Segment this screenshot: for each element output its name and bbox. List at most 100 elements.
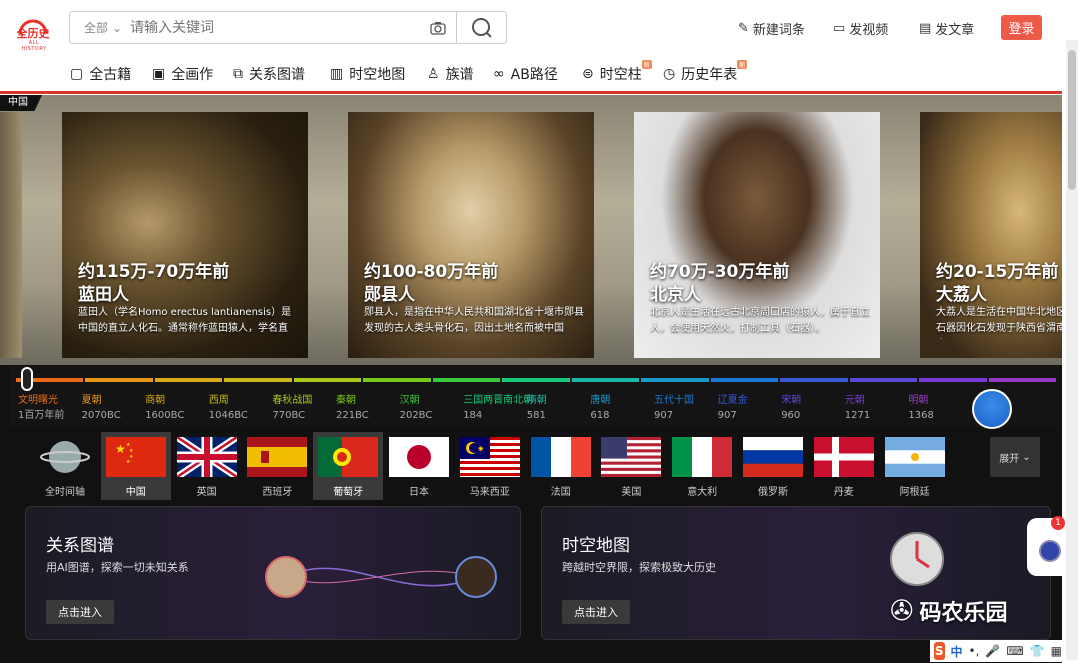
- card-name: 大荔人: [936, 285, 987, 305]
- card-yunxian[interactable]: 约100-80万年前 郧县人 郧县人，是指在中华人民共和国湖北省十堰市郧县发现的…: [348, 112, 594, 358]
- flag-icon: ✷: [459, 437, 520, 477]
- country-russia[interactable]: 俄罗斯: [738, 432, 808, 500]
- dynasty-name: 商朝: [145, 395, 166, 406]
- flag-icon: [389, 437, 449, 477]
- login-button[interactable]: 登录: [1001, 15, 1042, 40]
- country-denmark[interactable]: 丹麦: [809, 432, 879, 500]
- card-name: 郧县人: [364, 285, 415, 305]
- ime-toolbar[interactable]: S 中 •, 🎤 ⌨ 👕 ▦: [930, 640, 1062, 662]
- clock-icon: ◷: [663, 66, 676, 82]
- robot-icon: [1039, 540, 1061, 562]
- search-scope-select[interactable]: 全部 ⌄: [70, 19, 130, 36]
- nav-item-abpath[interactable]: ∞ AB路径: [493, 64, 558, 84]
- timeline-item[interactable]: 三国两晋南北朝 184: [463, 393, 533, 423]
- dynasty-year: 581: [526, 410, 546, 421]
- country-label: 中国: [125, 487, 146, 498]
- card-dali[interactable]: 约20-15万年前 大荔人 大荔人是生活在中国华北地区旧石器因化石发现于陕西省渭…: [920, 112, 1062, 358]
- country-label: 法国: [550, 487, 571, 498]
- dynasty-year: 1百万年前: [18, 410, 65, 421]
- nav-item-graph[interactable]: ⧉ 关系图谱: [233, 64, 305, 84]
- country-usa[interactable]: 美国: [596, 432, 666, 500]
- country-label: 西班牙: [262, 487, 293, 498]
- timeline-segment: [710, 378, 779, 382]
- dynasty-name: 春秋战国: [272, 395, 313, 406]
- dynasty-timeline[interactable]: 文明曙光 1百万年前 夏朝 2070BC 商朝 1600BC 西周 1046BC 春秋战国 770…: [10, 365, 1060, 429]
- timeline-item[interactable]: 辽夏金 907: [718, 393, 748, 423]
- nav-item-map[interactable]: ▥ 时空地图: [330, 64, 405, 84]
- timeline-segment: [849, 378, 918, 382]
- country-selector: 全时间轴 ★ ★ ★ ★ ★ 中国 英国 西班牙 葡萄牙 日本 ✷ 马来西亚 法国 美国 意大利 俄罗斯 丹麦 阿根…: [25, 432, 1045, 500]
- country-label: 美国: [621, 487, 642, 498]
- post-video-link[interactable]: ▭ 发视频: [833, 19, 888, 38]
- notification-badge: 1: [1051, 516, 1065, 530]
- enter-button[interactable]: 点击进入: [562, 600, 630, 624]
- path-icon: ∞: [493, 66, 505, 82]
- post-article-link[interactable]: ▤ 发文章: [919, 19, 974, 38]
- timeline-item[interactable]: 元朝 1271: [845, 393, 870, 423]
- logo[interactable]: 全历史: [16, 12, 50, 42]
- timeline-item[interactable]: 西周 1046BC: [209, 393, 248, 423]
- scrollbar[interactable]: [1066, 40, 1078, 660]
- timeline-segment: [502, 378, 570, 382]
- watermark: ✇ 码农乐园: [890, 594, 1008, 627]
- country-malaysia[interactable]: ✷ 马来西亚: [455, 432, 525, 500]
- timeline-segment: [224, 378, 292, 382]
- country-all-timeline[interactable]: 全时间轴: [30, 432, 100, 500]
- country-label: 全时间轴: [45, 487, 85, 498]
- nav-item-paintings[interactable]: ▣ 全画作: [152, 64, 213, 84]
- timeline-item[interactable]: 商朝 1600BC: [145, 393, 184, 423]
- timeline-item[interactable]: 汉朝 202BC: [400, 393, 433, 423]
- new-entry-link[interactable]: ✎ 新建词条: [738, 19, 805, 38]
- country-japan[interactable]: 日本: [384, 432, 454, 500]
- card-lantian[interactable]: 约115万-70万年前 蓝田人 蓝田人（学名Homo erectus lanti…: [62, 112, 308, 358]
- planet-icon: [35, 437, 95, 477]
- scrollbar-thumb[interactable]: [1068, 50, 1076, 190]
- timeline-item[interactable]: 隋朝 581: [527, 393, 547, 423]
- timeline-item[interactable]: 宋朝 960: [781, 393, 801, 423]
- enter-button[interactable]: 点击进入: [46, 600, 114, 624]
- expand-button[interactable]: 展开 ⌄: [990, 437, 1040, 477]
- card-peking[interactable]: 约70万-30万年前 北京人 北京人是生活在远古北京周口店的猿人，属于直立人，会…: [634, 112, 880, 358]
- dynasty-name: 秦朝: [336, 395, 356, 406]
- search-input[interactable]: [130, 19, 420, 36]
- country-label: 意大利: [687, 487, 718, 498]
- timeline-item[interactable]: 夏朝 2070BC: [82, 393, 121, 423]
- search-button[interactable]: [456, 12, 506, 43]
- edit-icon: ✎: [738, 21, 749, 36]
- nav-item-pillar[interactable]: ⊜ 时空柱新: [582, 60, 652, 84]
- svg-text:★: ★: [126, 459, 131, 465]
- timeline-item[interactable]: 文明曙光 1百万年前: [18, 393, 64, 423]
- timeline-item[interactable]: 五代十国 907: [654, 393, 694, 423]
- dynasty-name: 隋朝: [526, 395, 547, 406]
- timeline-segment: [780, 378, 848, 382]
- nav-item-family[interactable]: ♙ 族谱: [427, 64, 474, 84]
- country-uk[interactable]: 英国: [172, 432, 242, 500]
- chevron-down-icon: ⌄: [112, 20, 123, 35]
- logo-subtitle: ALL HISTORY: [21, 40, 47, 52]
- sogou-icon: S: [934, 642, 945, 660]
- timeline-item[interactable]: 春秋战国 770BC: [272, 393, 312, 423]
- map-icon: ▥: [330, 66, 344, 82]
- timeline-segment: [919, 378, 987, 382]
- new-badge: 新: [737, 60, 748, 69]
- assistant-widget[interactable]: 1: [1027, 516, 1065, 576]
- nav-item-timeline[interactable]: ◷ 历史年表新: [663, 60, 748, 84]
- camera-icon[interactable]: [420, 12, 456, 43]
- country-france[interactable]: 法国: [526, 432, 596, 500]
- timeline-item[interactable]: 明朝 1368: [908, 393, 933, 423]
- globe-icon[interactable]: [972, 389, 1012, 429]
- nav-item-books[interactable]: ▢ 全古籍: [70, 64, 131, 84]
- dynasty-name: 唐朝: [590, 395, 611, 406]
- timeline-item[interactable]: 唐朝 618: [590, 393, 610, 423]
- timeline-item[interactable]: 秦朝 221BC: [336, 393, 369, 423]
- dynasty-name: 西周: [208, 395, 229, 406]
- country-spain[interactable]: 西班牙: [242, 432, 312, 500]
- country-portugal[interactable]: 葡萄牙: [313, 432, 384, 500]
- country-china[interactable]: ★ ★ ★ ★ ★ 中国: [100, 432, 171, 500]
- flag-icon: [247, 437, 308, 477]
- punct-icon: •,: [968, 644, 980, 658]
- country-argentina[interactable]: 阿根廷: [880, 432, 950, 500]
- country-italy[interactable]: 意大利: [667, 432, 737, 500]
- timeline-handle[interactable]: [21, 367, 33, 391]
- flag-icon: [884, 437, 945, 477]
